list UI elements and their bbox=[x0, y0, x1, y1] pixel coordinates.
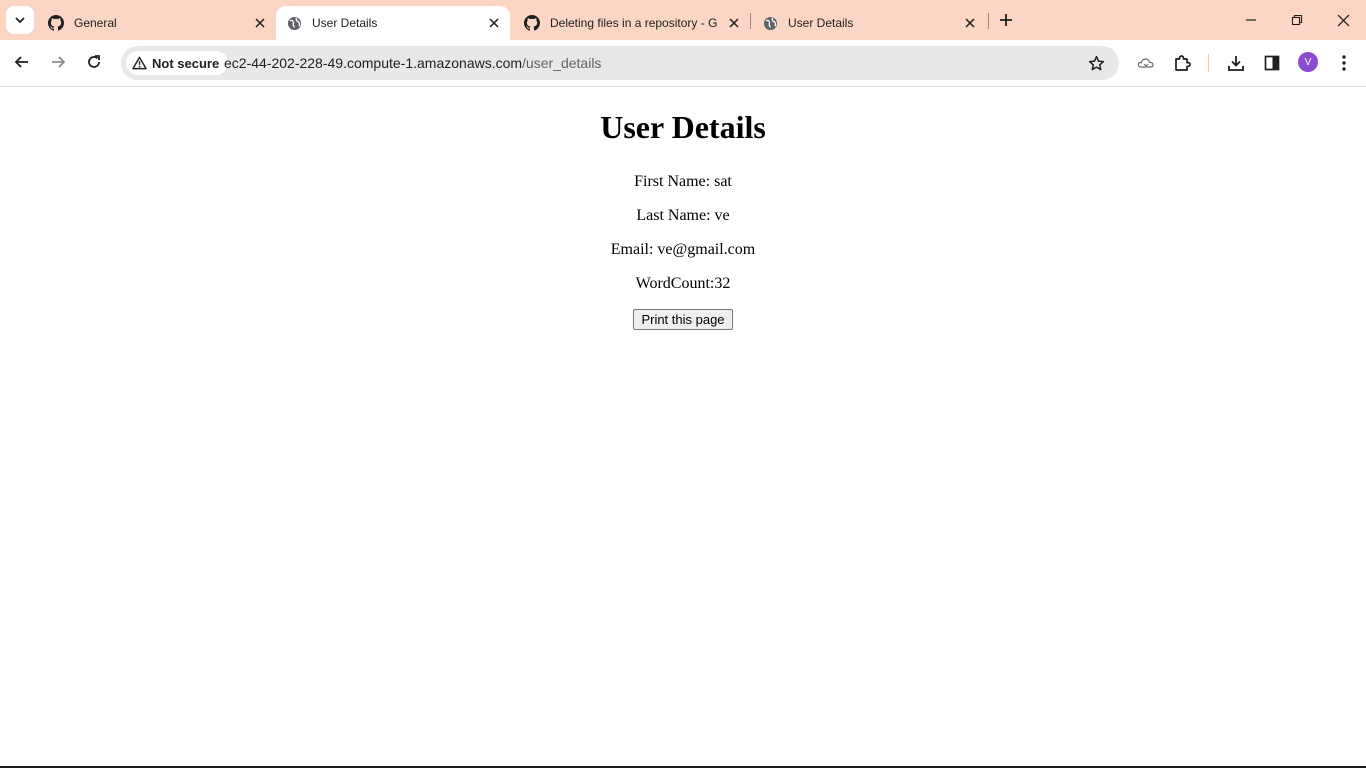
url-host: ec2-44-202-228-49.compute-1.amazonaws.co… bbox=[224, 55, 523, 71]
github-icon bbox=[48, 15, 64, 31]
tab-title: General bbox=[74, 16, 117, 30]
download-icon bbox=[1228, 56, 1244, 71]
tab-title: User Details bbox=[312, 16, 378, 30]
back-button[interactable] bbox=[7, 47, 37, 77]
globe-icon bbox=[762, 15, 778, 31]
tab-separator bbox=[988, 13, 989, 29]
tab-strip: General User Details Deleting files in a… bbox=[0, 0, 1366, 40]
page-title: User Details bbox=[600, 109, 766, 145]
page-content: User Details First Name: sat Last Name: … bbox=[0, 87, 1366, 766]
security-label: Not secure bbox=[152, 55, 220, 71]
globe-icon bbox=[286, 15, 302, 31]
tab-search-button[interactable] bbox=[6, 6, 34, 34]
cloud-extension-icon bbox=[1137, 58, 1154, 68]
tab-title: User Details bbox=[788, 16, 854, 30]
close-icon[interactable] bbox=[252, 15, 268, 31]
close-icon[interactable] bbox=[726, 15, 742, 31]
email-text: Email: ve@gmail.com bbox=[610, 241, 756, 258]
side-panel-button[interactable] bbox=[1260, 51, 1284, 75]
more-vert-icon bbox=[1342, 55, 1346, 71]
arrow-left-icon bbox=[14, 56, 28, 68]
downloads-button[interactable] bbox=[1224, 51, 1248, 75]
close-icon[interactable] bbox=[962, 15, 978, 31]
url-text[interactable]: ec2-44-202-228-49.compute-1.amazonaws.co… bbox=[224, 55, 601, 71]
reload-button[interactable] bbox=[79, 47, 109, 77]
plus-icon bbox=[1000, 14, 1012, 26]
security-chip[interactable]: Not secure bbox=[126, 51, 229, 75]
minimize-icon bbox=[1246, 19, 1256, 21]
new-tab-button[interactable] bbox=[994, 8, 1018, 32]
tab-user-details-active[interactable]: User Details bbox=[276, 6, 510, 40]
github-icon bbox=[524, 15, 540, 31]
print-button[interactable]: Print this page bbox=[633, 309, 733, 330]
tab-user-details[interactable]: User Details bbox=[752, 6, 986, 40]
close-icon[interactable] bbox=[486, 15, 502, 31]
extensions-button[interactable] bbox=[1170, 51, 1194, 75]
star-icon bbox=[1088, 55, 1104, 70]
tab-title: Deleting files in a repository - G bbox=[550, 16, 718, 30]
chevron-down-icon bbox=[15, 17, 25, 24]
side-panel-icon bbox=[1264, 55, 1280, 71]
first-name-text: First Name: sat bbox=[634, 173, 732, 190]
arrow-right-icon bbox=[52, 56, 66, 68]
address-bar[interactable]: Not secure ec2-44-202-228-49.compute-1.a… bbox=[121, 46, 1119, 80]
restore-button[interactable] bbox=[1274, 0, 1320, 40]
menu-button[interactable] bbox=[1332, 51, 1356, 75]
word-count-text: WordCount:32 bbox=[635, 275, 731, 292]
profile-avatar[interactable]: V bbox=[1298, 52, 1318, 72]
puzzle-icon bbox=[1175, 55, 1191, 71]
reload-icon bbox=[88, 55, 100, 68]
bookmark-button[interactable] bbox=[1085, 52, 1107, 74]
forward-button[interactable] bbox=[43, 47, 73, 77]
browser-toolbar: Not secure ec2-44-202-228-49.compute-1.a… bbox=[0, 40, 1366, 87]
last-name-text: Last Name: ve bbox=[636, 207, 730, 224]
tab-general[interactable]: General bbox=[38, 6, 276, 40]
toolbar-separator bbox=[1208, 54, 1209, 72]
tab-deleting-files[interactable]: Deleting files in a repository - G bbox=[514, 6, 750, 40]
translate-extension-button[interactable] bbox=[1134, 51, 1158, 75]
minimize-button[interactable] bbox=[1228, 0, 1274, 40]
close-icon bbox=[1337, 14, 1349, 26]
tab-separator bbox=[750, 13, 751, 29]
url-path: /user_details bbox=[522, 55, 602, 71]
restore-icon bbox=[1291, 14, 1303, 26]
warning-icon bbox=[132, 56, 147, 70]
close-window-button[interactable] bbox=[1320, 0, 1366, 40]
